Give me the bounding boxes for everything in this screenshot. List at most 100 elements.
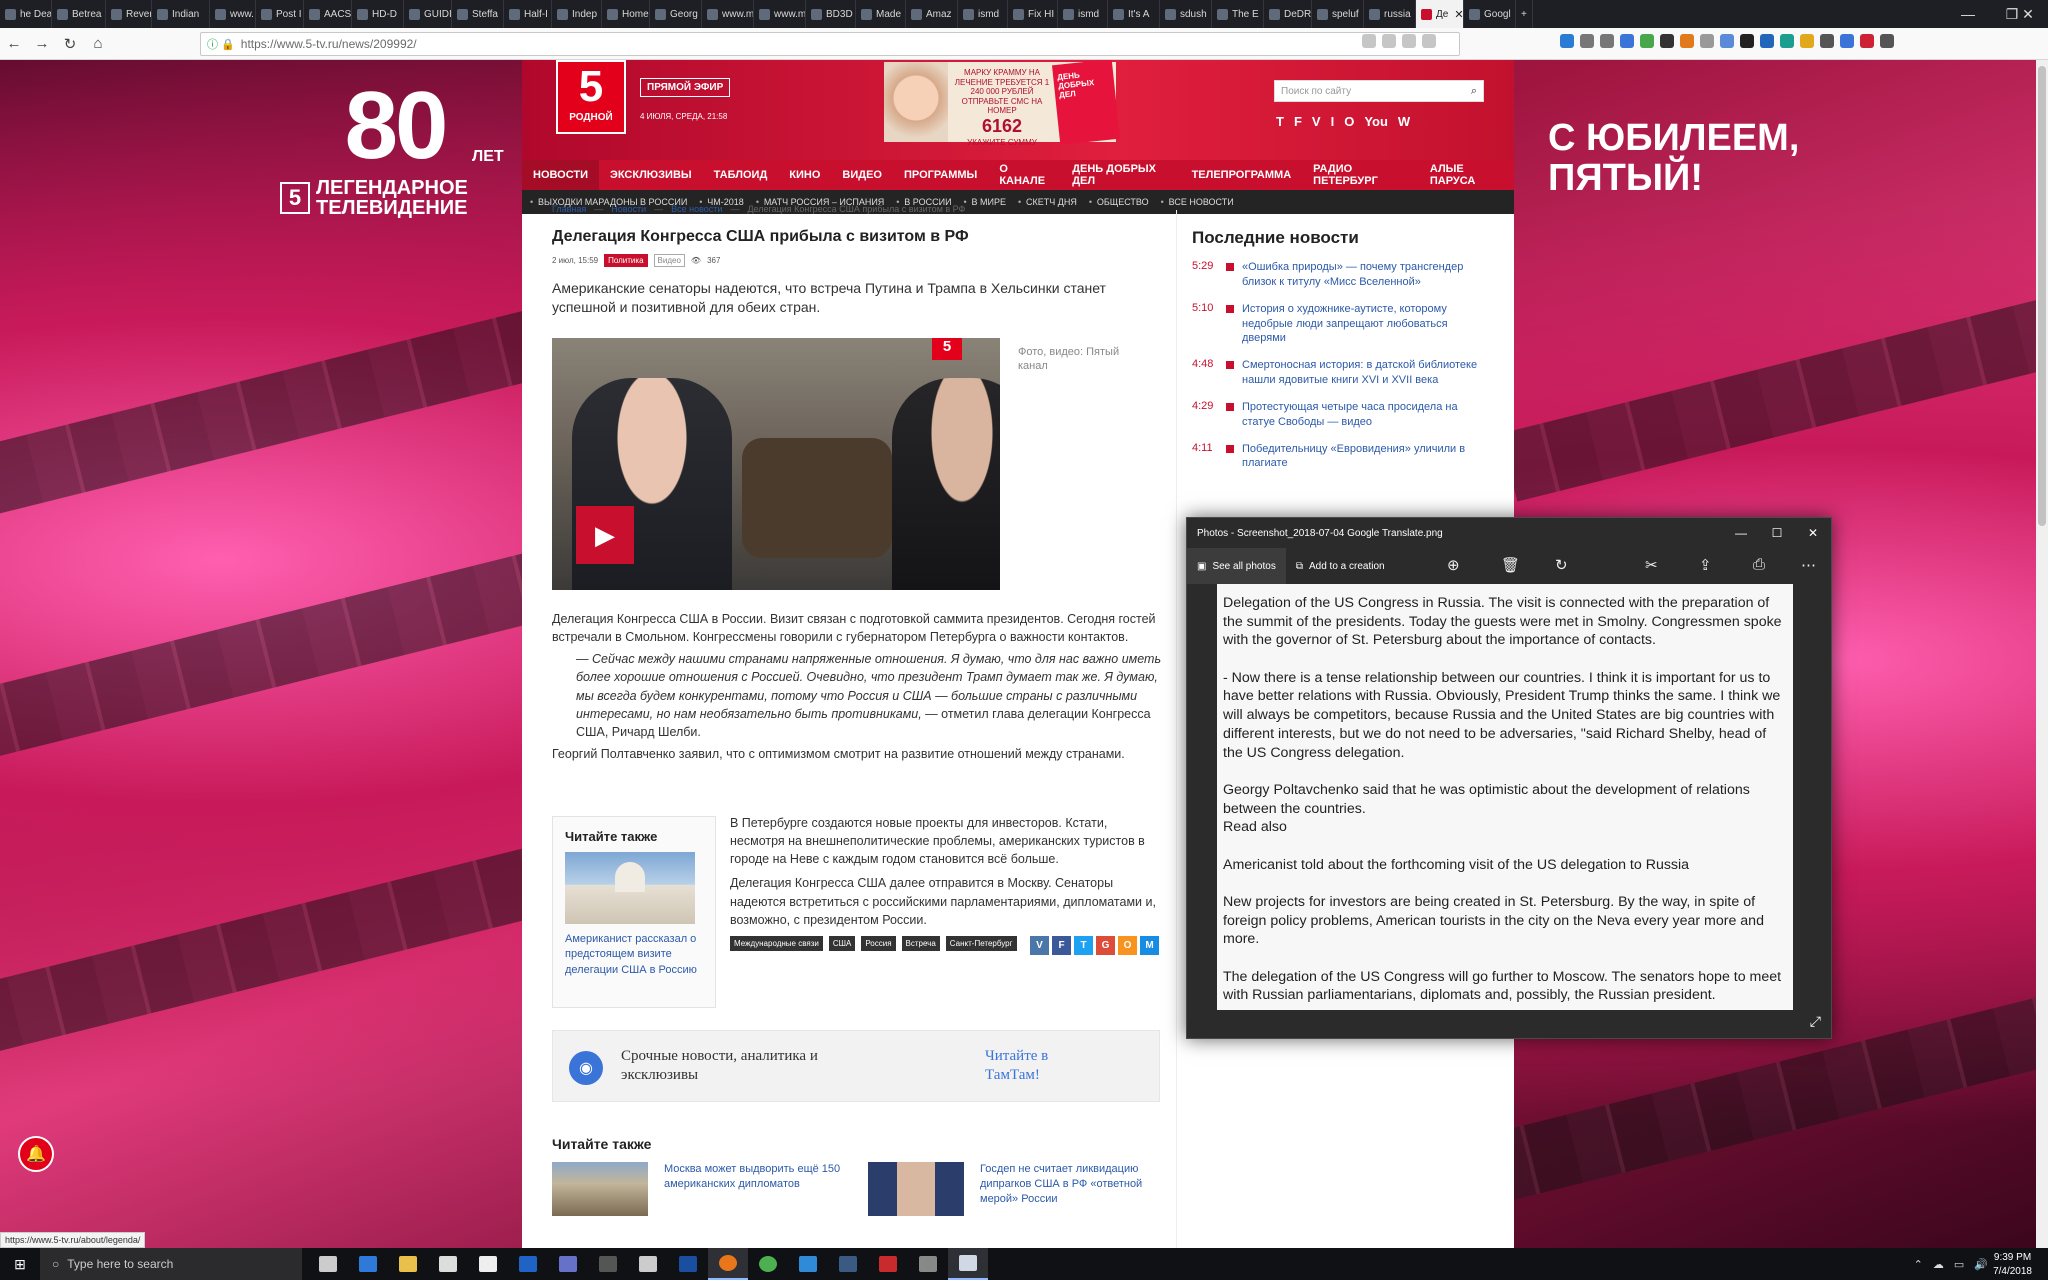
menu-item[interactable]: ПРОГРАММЫ: [893, 160, 988, 190]
cloud-icon[interactable]: ☁: [1933, 1258, 1944, 1271]
social-ig-icon[interactable]: I: [1331, 114, 1335, 129]
breadcrumb-item[interactable]: Главная: [552, 204, 586, 214]
menu-item[interactable]: НОВОСТИ: [522, 160, 600, 190]
chrome-icon[interactable]: [748, 1248, 788, 1280]
rotate-icon[interactable]: ↻: [1555, 556, 1568, 574]
extension-icon[interactable]: [1660, 34, 1674, 48]
video-player[interactable]: 5 ▶: [552, 338, 1000, 590]
news-link[interactable]: История о художнике-аутисте, которому не…: [1242, 302, 1482, 347]
taskbar-search[interactable]: ○ Type here to search: [40, 1248, 302, 1280]
tamtam-promo[interactable]: ◉ Срочные новости, аналитика и эксклюзив…: [552, 1030, 1160, 1102]
social-t-icon[interactable]: T: [1276, 114, 1284, 129]
url-bar[interactable]: ⓘ 🔒 https://www.5-tv.ru/news/209992/: [200, 32, 1460, 56]
explorer-icon[interactable]: [388, 1248, 428, 1280]
social-f-icon[interactable]: F: [1294, 114, 1302, 129]
extension-icon[interactable]: [1780, 34, 1794, 48]
extension-icon[interactable]: [1680, 34, 1694, 48]
browser-tab[interactable]: Steffa: [452, 0, 504, 28]
read-also-link[interactable]: Госдеп не считает ликвидацию дипparков С…: [980, 1162, 1168, 1216]
discord-icon[interactable]: [548, 1248, 588, 1280]
menu-item[interactable]: РАДИО ПЕТЕРБУРГ: [1302, 160, 1419, 190]
app-icon[interactable]: [868, 1248, 908, 1280]
forward-icon[interactable]: →: [28, 30, 56, 58]
extension-icon[interactable]: [1820, 34, 1834, 48]
read-also-link[interactable]: Американист рассказал о предстоящем визи…: [565, 932, 703, 978]
browser-tab[interactable]: www.ma: [702, 0, 754, 28]
tray-chevron-icon[interactable]: ⌃: [1914, 1258, 1923, 1271]
browser-tab[interactable]: Georg: [650, 0, 702, 28]
browser-tab[interactable]: GUIDI: [404, 0, 452, 28]
reader-icon[interactable]: [1362, 34, 1376, 48]
pocket-icon[interactable]: [1402, 34, 1416, 48]
volume-icon[interactable]: 🔊: [1974, 1258, 1988, 1271]
minimize-icon[interactable]: —: [1946, 0, 1990, 28]
network-icon[interactable]: ▭: [1954, 1258, 1964, 1271]
edit-icon[interactable]: ✂: [1645, 556, 1658, 574]
see-all-photos-button[interactable]: ▣ See all photos: [1187, 548, 1286, 584]
latest-news-item[interactable]: 4:48 Смертоносная история: в датской библ…: [1192, 358, 1482, 388]
share-g+-icon[interactable]: G: [1096, 936, 1115, 955]
social-vk-icon[interactable]: V: [1312, 114, 1321, 129]
latest-news-item[interactable]: 5:29 «Ошибка природы» — почему трансгенде…: [1192, 260, 1482, 290]
article-tag[interactable]: Международные связи: [730, 936, 823, 951]
mail-icon[interactable]: [468, 1248, 508, 1280]
browser-tab[interactable]: ismd: [958, 0, 1008, 28]
browser-tab[interactable]: Half-I: [504, 0, 552, 28]
photo-image[interactable]: Delegation of the US Congress in Russia.…: [1217, 584, 1793, 1010]
fullscreen-icon[interactable]: ⤢: [1810, 1013, 1821, 1030]
browser-tab[interactable]: The E: [1212, 0, 1264, 28]
menu-item[interactable]: ЭКСКЛЮЗИВЫ: [599, 160, 703, 190]
category-tag[interactable]: Политика: [604, 254, 648, 267]
article-tag[interactable]: США: [828, 936, 856, 951]
zoom-icon[interactable]: ⊕: [1447, 556, 1460, 574]
submenu-item[interactable]: В МИРЕ: [964, 197, 1018, 207]
browser-tab[interactable]: BD3D: [806, 0, 856, 28]
browser-tab[interactable]: Indep: [552, 0, 602, 28]
share-m-icon[interactable]: M: [1140, 936, 1159, 955]
browser-tab[interactable]: Indian: [152, 0, 210, 28]
read-also-link[interactable]: Москва может выдворить ещё 150 американс…: [664, 1162, 852, 1216]
live-button[interactable]: ПРЯМОЙ ЭФИР: [640, 78, 731, 97]
browser-tab[interactable]: Googl: [1464, 0, 1516, 28]
task-view-icon[interactable]: [308, 1248, 348, 1280]
menu-item[interactable]: ТЕЛЕПРОГРАММА: [1181, 160, 1303, 190]
share-f-icon[interactable]: F: [1052, 936, 1071, 955]
news-link[interactable]: «Ошибка природы» — почему трансгендер бл…: [1242, 260, 1482, 290]
video-tag[interactable]: Видео: [653, 254, 685, 267]
latest-news-item[interactable]: 4:29 Протестующая четыре часа просидела н…: [1192, 400, 1482, 430]
capitol-image[interactable]: [565, 852, 695, 924]
social-wa-icon[interactable]: W: [1398, 114, 1410, 129]
person-image[interactable]: [868, 1162, 964, 1216]
scrollbar-thumb[interactable]: [2038, 66, 2046, 526]
delete-icon[interactable]: 🗑: [1501, 556, 1520, 574]
extension-icon[interactable]: [1800, 34, 1814, 48]
print-icon[interactable]: ⎙: [1753, 556, 1765, 573]
site-logo[interactable]: 5 РОДНОЙ: [556, 60, 626, 134]
extension-icon[interactable]: [1720, 34, 1734, 48]
tab-close-icon[interactable]: ✕: [1454, 8, 1463, 21]
firefox-icon[interactable]: [708, 1248, 748, 1280]
steam-icon[interactable]: [828, 1248, 868, 1280]
browser-tab[interactable]: sdush: [1160, 0, 1212, 28]
app-icon[interactable]: [628, 1248, 668, 1280]
share-icon[interactable]: ⇪: [1699, 556, 1712, 574]
more-icon[interactable]: [1382, 34, 1396, 48]
vscode-icon[interactable]: [788, 1248, 828, 1280]
browser-tab[interactable]: speluf: [1312, 0, 1364, 28]
extension-icon[interactable]: [1760, 34, 1774, 48]
taskbar-clock[interactable]: 9:39 PM 7/4/2018: [1993, 1251, 2032, 1278]
download-icon[interactable]: [1560, 34, 1574, 48]
browser-tab[interactable]: Rever: [106, 0, 152, 28]
share-ok-icon[interactable]: O: [1118, 936, 1137, 955]
edge-icon[interactable]: [348, 1248, 388, 1280]
tamtam-link[interactable]: Читайте в ТамТам!: [985, 1047, 1105, 1085]
terminal-icon[interactable]: [588, 1248, 628, 1280]
browser-tab[interactable]: Де ✕: [1416, 0, 1464, 28]
page-scrollbar[interactable]: [2036, 60, 2048, 1248]
submenu-item[interactable]: ОБЩЕСТВО: [1089, 197, 1161, 207]
browser-tab[interactable]: Amaz: [906, 0, 958, 28]
close-window-icon[interactable]: ✕: [2008, 0, 2048, 28]
menu-item[interactable]: ДЕНЬ ДОБРЫХ ДЕЛ: [1061, 160, 1180, 190]
home-icon[interactable]: ⌂: [84, 30, 112, 58]
read-also-card[interactable]: Москва может выдворить ещё 150 американс…: [552, 1162, 852, 1216]
